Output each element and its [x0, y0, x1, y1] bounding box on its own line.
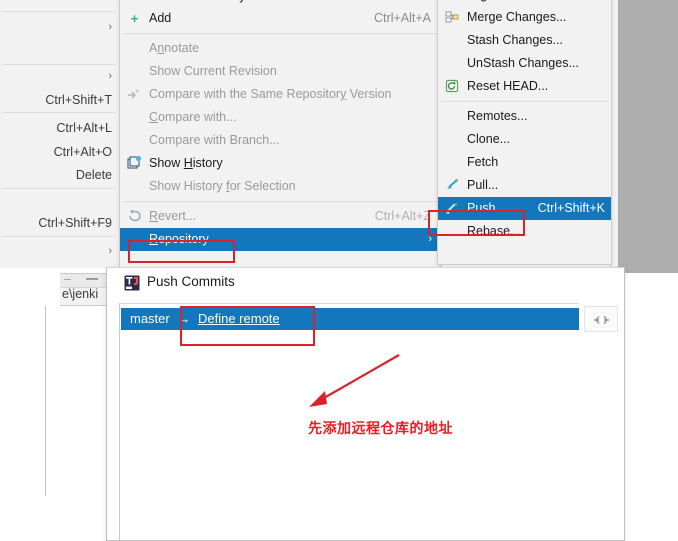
vcs-context-menu: Commit Directory... + Add Ctrl+Alt+A Ann… — [119, 0, 441, 268]
menu-item-accelerator: Ctrl+Alt+Z — [374, 209, 431, 223]
menu-item-pull[interactable]: Pull... — [438, 174, 611, 197]
intellij-idea-icon — [124, 275, 140, 291]
menu-item-accelerator: Ctrl+Shift+K — [537, 201, 605, 215]
menu-separator — [441, 101, 608, 102]
collapse-all-icon — [594, 316, 609, 324]
parent-menu-row[interactable]: › — [0, 16, 118, 39]
menu-separator — [2, 112, 116, 113]
menu-item-annotate[interactable]: Annotate — [120, 37, 440, 60]
menu-item-add[interactable]: + Add Ctrl+Alt+A — [120, 7, 440, 30]
plus-icon: + — [130, 11, 139, 26]
menu-item-label: Clone... — [467, 132, 511, 146]
menu-item-label: Annotate — [149, 41, 200, 55]
parent-menu-accel: Ctrl+Shift+F9 — [38, 216, 112, 230]
menu-item-label: Compare with Branch... — [149, 133, 280, 147]
chevron-right-icon: › — [108, 70, 112, 82]
menu-item-label: Add — [149, 11, 172, 25]
background-window-edge — [45, 306, 46, 496]
menu-item-label: Tag... — [467, 0, 498, 2]
parent-menu-row[interactable]: Ctrl+Shift+F9 — [0, 212, 118, 235]
desktop-background — [618, 0, 678, 273]
menu-item-show-current-revision[interactable]: Show Current Revision — [120, 60, 440, 83]
menu-item-push[interactable]: Push... Ctrl+Shift+K — [438, 197, 611, 220]
background-window-path: e\jenki — [62, 287, 99, 301]
menu-item-fetch[interactable]: Fetch — [438, 151, 611, 174]
git-repository-submenu: Tag... Merge Changes... Stash Changes...… — [437, 0, 612, 265]
local-branch-name: master — [130, 311, 170, 326]
push-commits-dialog: Push Commits master → Define remote — [106, 267, 625, 541]
menu-item-repository[interactable]: Repository › — [120, 228, 440, 251]
menu-item-show-history-for-selection[interactable]: Show History for Selection — [120, 175, 440, 198]
menu-item-show-history[interactable]: Show History — [120, 152, 440, 175]
show-history-icon — [126, 155, 143, 172]
chevron-right-icon: › — [428, 233, 432, 245]
background-window-tabbar — [60, 274, 107, 288]
revert-icon — [126, 208, 143, 225]
menu-item-revert[interactable]: Revert... Ctrl+Alt+Z — [120, 205, 440, 228]
define-remote-link[interactable]: Define remote — [198, 311, 280, 326]
menu-separator — [2, 11, 116, 12]
menu-item-label: Show History — [149, 156, 223, 170]
menu-item-clone[interactable]: Clone... — [438, 128, 611, 151]
menu-separator — [123, 33, 437, 34]
parent-menu-row[interactable]: › — [0, 65, 118, 88]
arrow-right-icon: → — [177, 311, 191, 326]
menu-item-accelerator: Ctrl+Alt+A — [374, 11, 431, 25]
menu-item-label: Show Current Revision — [149, 64, 277, 78]
menu-item-label: Repository — [149, 232, 209, 246]
chevron-right-icon: › — [108, 245, 112, 257]
menu-item-rebase[interactable]: Rebase... — [438, 220, 611, 243]
menu-item-label: Fetch — [467, 155, 499, 169]
menu-item-label: Push... — [467, 201, 506, 215]
menu-item-label: Rebase... — [467, 224, 521, 238]
collapse-all-button[interactable] — [584, 306, 618, 332]
parent-menu-accel: Delete — [75, 168, 112, 182]
menu-item-label: Merge Changes... — [467, 10, 567, 24]
parent-menu-row[interactable]: Ctrl+Alt+O — [0, 141, 118, 164]
parent-menu-accel: Ctrl+Alt+O — [53, 145, 112, 159]
reset-head-icon — [444, 78, 461, 95]
menu-item-compare-with[interactable]: Compare with... — [120, 106, 440, 129]
menu-item-label: Compare with the Same Repository Version — [149, 87, 392, 101]
menu-item-label: Revert... — [149, 209, 197, 223]
menu-item-label: Stash Changes... — [467, 33, 563, 47]
compare-icon — [126, 86, 143, 103]
push-icon — [444, 200, 461, 217]
dialog-title: Push Commits — [147, 274, 235, 289]
menu-item-label: UnStash Changes... — [467, 56, 579, 70]
menu-item-stash-changes[interactable]: Stash Changes... — [438, 29, 611, 52]
menu-item-label: Reset HEAD... — [467, 79, 549, 93]
parent-menu-row[interactable]: Ctrl+Shift+T — [0, 89, 118, 112]
menu-item-label: Compare with... — [149, 110, 237, 124]
menu-item-merge-changes[interactable]: Merge Changes... — [438, 6, 611, 29]
menu-item-unstash-changes[interactable]: UnStash Changes... — [438, 52, 611, 75]
menu-item-reset-head[interactable]: Reset HEAD... — [438, 75, 611, 98]
parent-menu-row[interactable] — [0, 41, 118, 64]
dialog-titlebar: Push Commits — [107, 268, 624, 299]
chevron-right-icon: › — [108, 21, 112, 33]
push-branch-row[interactable]: master → Define remote — [121, 308, 579, 330]
merge-icon — [444, 9, 461, 26]
parent-menu-row[interactable]: › — [0, 240, 118, 263]
annotation-callout-text: 先添加远程仓库的地址 — [308, 420, 453, 436]
parent-menu-accel: Ctrl+Alt+L — [56, 121, 112, 135]
parent-menu-row[interactable]: Ctrl+Alt+L — [0, 117, 118, 140]
menu-separator — [123, 201, 437, 202]
menu-item-label: Pull... — [467, 178, 499, 192]
parent-menu-accel: Ctrl+Shift+T — [45, 93, 112, 107]
background-editor-window: e\jenki — [60, 273, 108, 306]
menu-item-label: Commit Directory... — [149, 0, 255, 3]
vcs-parent-menu: › › Ctrl+Shift+T Ctrl+Alt+L Ctrl+Alt+O D… — [0, 0, 120, 268]
menu-separator — [2, 188, 116, 189]
parent-menu-row[interactable]: Delete — [0, 164, 118, 187]
menu-item-compare-with-branch[interactable]: Compare with Branch... — [120, 129, 440, 152]
clipped-menu-item-container: Commit Directory... — [120, 0, 440, 7]
menu-separator — [2, 236, 116, 237]
pull-icon — [444, 177, 461, 194]
menu-item-remotes[interactable]: Remotes... — [438, 105, 611, 128]
menu-item-compare-same-repository-version[interactable]: Compare with the Same Repository Version — [120, 83, 440, 106]
menu-item-commit-directory[interactable]: Commit Directory... — [120, 0, 440, 7]
menu-item-label: Show History for Selection — [149, 179, 296, 193]
menu-item-label: Remotes... — [467, 109, 528, 123]
